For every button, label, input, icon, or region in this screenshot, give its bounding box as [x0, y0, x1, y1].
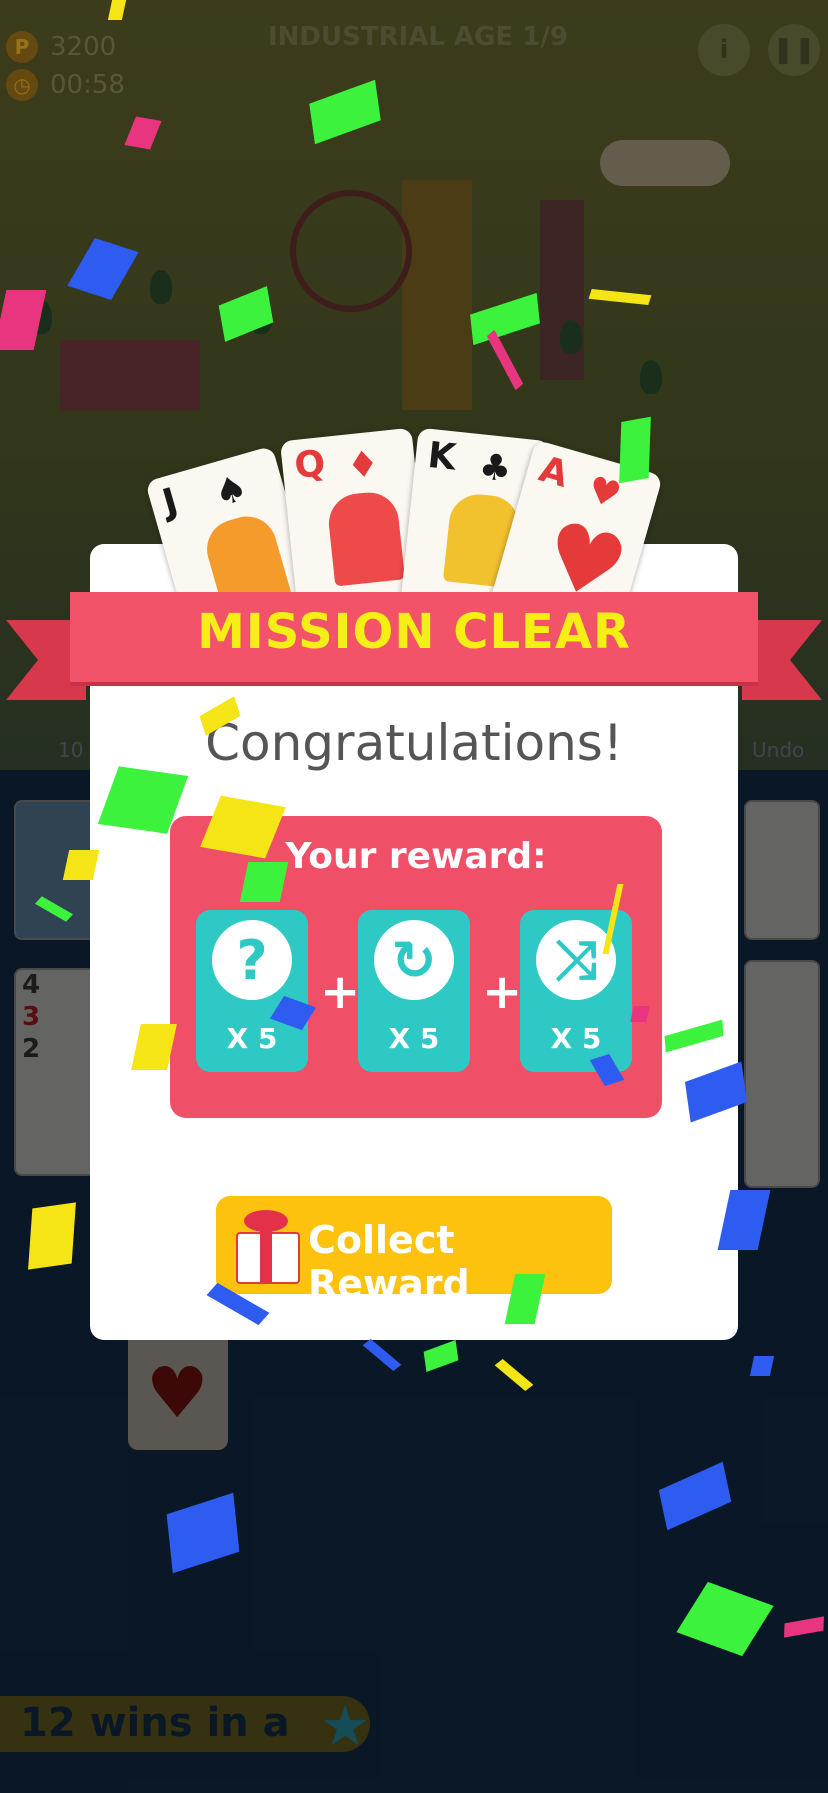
queen-face: [325, 489, 405, 587]
reward-quantity: X 5: [388, 1022, 440, 1055]
confetti-piece: [62, 850, 100, 880]
confetti-piece: [619, 416, 651, 484]
reward-item-undo: ↻ X 5: [358, 910, 470, 1072]
spade-icon: ♠: [209, 467, 253, 516]
collect-reward-label: Collect Reward: [308, 1218, 470, 1306]
undo-icon: ↻: [374, 920, 454, 1000]
card-rank: Q: [292, 442, 328, 487]
confetti-piece: [630, 1006, 650, 1022]
reward-item-hint: ? X 5: [196, 910, 308, 1072]
confetti-piece: [749, 1356, 775, 1376]
hero-cards: J ♠ Q ♦ K ♣ A ♥ ♥: [144, 420, 670, 675]
confetti-piece: [239, 862, 289, 902]
collect-reward-button[interactable]: Collect Reward: [216, 1196, 612, 1306]
card-rank: K: [425, 434, 458, 479]
mission-clear-banner: MISSION CLEAR: [70, 592, 758, 682]
congratulations-text: Congratulations!: [205, 714, 623, 772]
plus-sign: +: [320, 964, 361, 1020]
banner-title: MISSION CLEAR: [197, 604, 631, 660]
reward-quantity: X 5: [226, 1022, 278, 1055]
card-rank: J: [158, 480, 183, 524]
reward-panel: Your reward: ? X 5 + ↻ X 5 + ⤨ X 5: [170, 816, 662, 1118]
plus-sign: +: [482, 964, 523, 1020]
card-rank: A: [534, 448, 573, 496]
confetti-piece: [28, 1202, 76, 1270]
club-icon: ♣: [476, 446, 514, 491]
gift-icon: [230, 1202, 300, 1284]
diamond-icon: ♦: [344, 443, 382, 488]
hint-icon: ?: [212, 920, 292, 1000]
reward-quantity: X 5: [550, 1022, 602, 1055]
shuffle-icon: ⤨: [536, 920, 616, 1000]
reward-item-shuffle: ⤨ X 5: [520, 910, 632, 1072]
